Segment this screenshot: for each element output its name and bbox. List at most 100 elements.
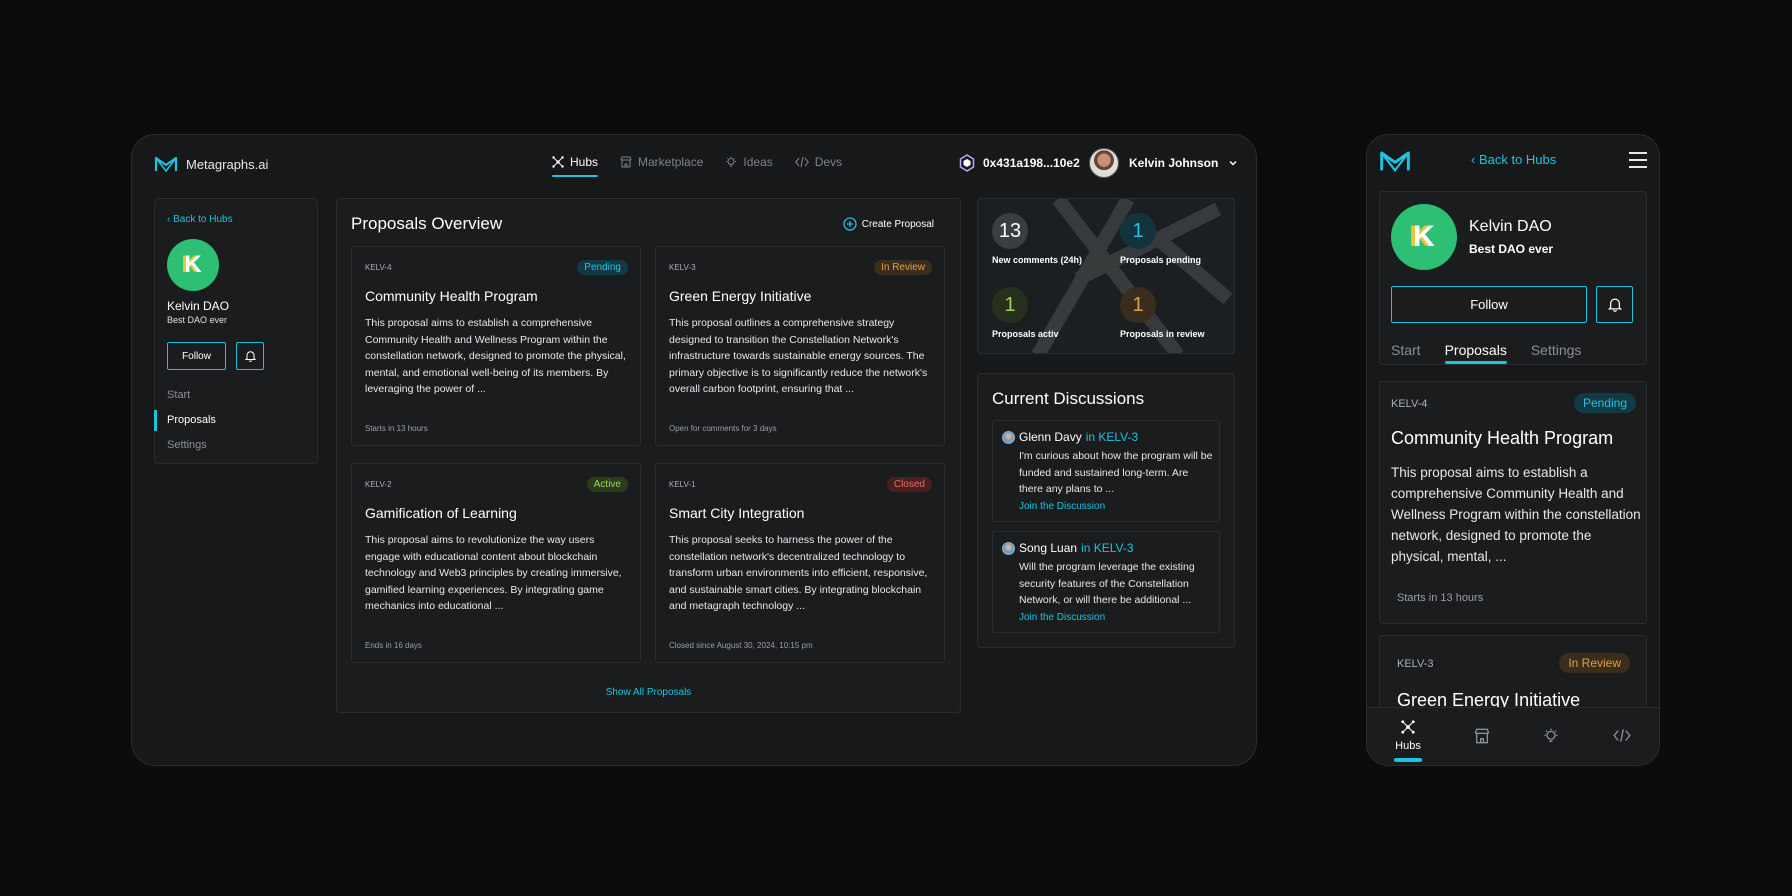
follow-button[interactable]: Follow xyxy=(167,342,226,370)
mobile-dao-subtitle: Best DAO ever xyxy=(1469,242,1554,256)
wallet-address-text: 0x431a198...10e2 xyxy=(983,156,1080,170)
author-avatar xyxy=(1002,430,1015,444)
nav-ideas[interactable]: Ideas xyxy=(725,155,773,177)
create-proposal-button[interactable]: Create Proposal xyxy=(843,217,934,231)
proposal-id: KELV-4 xyxy=(1391,398,1428,410)
proposal-description: This proposal aims to revolutionize the … xyxy=(365,534,622,612)
mobile-bottom-tabbar: Hubs xyxy=(1367,707,1659,765)
proposal-description: This proposal outlines a comprehensive s… xyxy=(669,317,928,395)
discussion-message: Will the program leverage the existing s… xyxy=(1019,561,1195,606)
sidebar-item-settings[interactable]: Settings xyxy=(155,433,317,458)
proposal-timing: Starts in 13 hours xyxy=(365,424,428,433)
hubs-icon xyxy=(1401,720,1415,734)
tabbar-devs[interactable] xyxy=(1613,728,1631,743)
proposals-title: Proposals Overview xyxy=(351,214,503,233)
proposal-description: This proposal aims to establish a compre… xyxy=(1391,465,1641,564)
proposal-timing: Ends in 16 days xyxy=(365,641,422,650)
code-icon xyxy=(1613,729,1631,742)
tabbar-hubs-label: Hubs xyxy=(1395,740,1421,752)
lightbulb-icon xyxy=(726,156,737,167)
stat-value: 1 xyxy=(1120,213,1156,249)
tabbar-hubs[interactable]: Hubs xyxy=(1394,720,1422,762)
discussion-context[interactable]: in KELV-3 xyxy=(1086,430,1138,444)
top-navigation-bar: Metagraphs.ai Hubs Marketplace Ideas Dev… xyxy=(132,135,1256,191)
discussion-item[interactable]: Song Luan in KELV-3 Will the program lev… xyxy=(992,531,1220,633)
code-icon xyxy=(794,156,809,168)
stat-label: New comments (24h) xyxy=(992,255,1083,265)
hamburger-menu-icon[interactable] xyxy=(1629,152,1647,173)
store-icon xyxy=(620,156,632,168)
nav-hubs[interactable]: Hubs xyxy=(552,155,599,177)
nav-devs-label: Devs xyxy=(814,155,843,169)
proposal-description: This proposal aims to establish a compre… xyxy=(365,317,626,395)
proposal-id: KELV-1 xyxy=(669,480,696,489)
metagraphs-logo-icon xyxy=(154,156,178,173)
desktop-window: Metagraphs.ai Hubs Marketplace Ideas Dev… xyxy=(131,134,1257,766)
status-badge: Pending xyxy=(1573,393,1636,413)
status-badge: In Review xyxy=(1559,653,1630,673)
mobile-dao-name: Kelvin DAO xyxy=(1469,218,1552,235)
wallet-address[interactable]: 0x431a198...10e2 xyxy=(959,154,1080,172)
discussion-message: I'm curious about how the program will b… xyxy=(1019,450,1213,495)
proposal-card[interactable]: KELV-3 In Review Green Energy Initiative… xyxy=(655,246,945,446)
create-proposal-label: Create Proposal xyxy=(861,218,934,230)
dao-section-nav: Start Proposals Settings xyxy=(154,383,317,458)
back-to-hubs-link[interactable]: ‹ Back to Hubs xyxy=(167,214,233,225)
proposal-card[interactable]: KELV-2 Active Gamification of Learning T… xyxy=(351,463,641,663)
mobile-back-label: Back to Hubs xyxy=(1478,152,1557,167)
plus-circle-icon xyxy=(843,217,857,231)
tab-proposals[interactable]: Proposals xyxy=(1444,342,1508,364)
discussion-context[interactable]: in KELV-3 xyxy=(1081,541,1133,555)
tab-settings[interactable]: Settings xyxy=(1531,342,1582,364)
tab-start[interactable]: Start xyxy=(1391,342,1421,364)
show-all-proposals-link[interactable]: Show All Proposals xyxy=(337,687,960,698)
dao-subtitle: Best DAO ever xyxy=(167,315,228,325)
dao-name: Kelvin DAO xyxy=(167,299,230,313)
mobile-notify-button[interactable] xyxy=(1596,286,1633,323)
proposal-card[interactable]: KELV-4 Pending Community Health Program … xyxy=(351,246,641,446)
brand-logo[interactable]: Metagraphs.ai xyxy=(154,155,268,173)
bell-icon xyxy=(1607,298,1622,312)
bell-icon xyxy=(244,351,256,362)
proposal-title: Gamification of Learning xyxy=(365,505,517,521)
mobile-dao-profile: K Kelvin DAO Best DAO ever Follow Start … xyxy=(1379,191,1647,365)
brand-name: Metagraphs.ai xyxy=(186,156,269,172)
user-avatar xyxy=(1089,148,1119,178)
stat-label: Proposals in review xyxy=(1120,329,1205,339)
mobile-follow-button[interactable]: Follow xyxy=(1391,286,1587,323)
sidebar-item-proposals[interactable]: Proposals xyxy=(154,408,317,433)
stat-proposals-in-review: 1 Proposals in review xyxy=(1120,287,1205,339)
nav-marketplace[interactable]: Marketplace xyxy=(620,155,703,177)
user-menu[interactable]: Kelvin Johnson xyxy=(1089,148,1238,178)
tabbar-marketplace[interactable] xyxy=(1474,728,1490,744)
author-name: Song Luan xyxy=(1019,541,1078,555)
tabbar-ideas[interactable] xyxy=(1543,728,1559,744)
mobile-proposal-card[interactable]: KELV-4 Pending Community Health Program … xyxy=(1379,381,1647,624)
metagraphs-logo-icon[interactable] xyxy=(1379,149,1411,173)
stat-value: 1 xyxy=(1120,287,1156,323)
discussion-item[interactable]: Glenn Davy in KELV-3 I'm curious about h… xyxy=(992,420,1220,522)
stat-proposals-pending: 1 Proposals pending xyxy=(1120,213,1201,265)
stat-label: Proposals pending xyxy=(1120,255,1202,265)
join-discussion-link[interactable]: Join the Discussion xyxy=(1019,501,1105,512)
join-discussion-link[interactable]: Join the Discussion xyxy=(1019,612,1105,623)
dao-avatar: K xyxy=(167,239,219,291)
mobile-back-to-hubs-link[interactable]: ‹ Back to Hubs xyxy=(1471,152,1556,167)
proposal-id: KELV-2 xyxy=(365,480,392,489)
status-badge: Pending xyxy=(577,260,628,275)
nav-devs[interactable]: Devs xyxy=(794,155,843,177)
store-icon xyxy=(1474,728,1490,744)
mobile-window: ‹ Back to Hubs K Kelvin DAO Best DAO eve… xyxy=(1366,134,1660,766)
stat-value: 13 xyxy=(992,213,1028,249)
proposal-title: Green Energy Initiative xyxy=(669,288,812,304)
notify-button[interactable] xyxy=(236,342,264,370)
proposal-id: KELV-3 xyxy=(1397,658,1434,670)
stats-panel: 13 New comments (24h) 1 Proposals pendin… xyxy=(977,198,1235,354)
sidebar-item-start[interactable]: Start xyxy=(155,383,317,408)
proposal-card[interactable]: KELV-1 Closed Smart City Integration Thi… xyxy=(655,463,945,663)
proposal-timing: Open for comments for 3 days xyxy=(669,424,777,433)
lightbulb-icon xyxy=(1544,728,1558,742)
mobile-section-tabs: Start Proposals Settings xyxy=(1391,342,1581,364)
back-to-hubs-label: Back to Hubs xyxy=(173,214,233,225)
status-badge: Active xyxy=(586,477,628,492)
